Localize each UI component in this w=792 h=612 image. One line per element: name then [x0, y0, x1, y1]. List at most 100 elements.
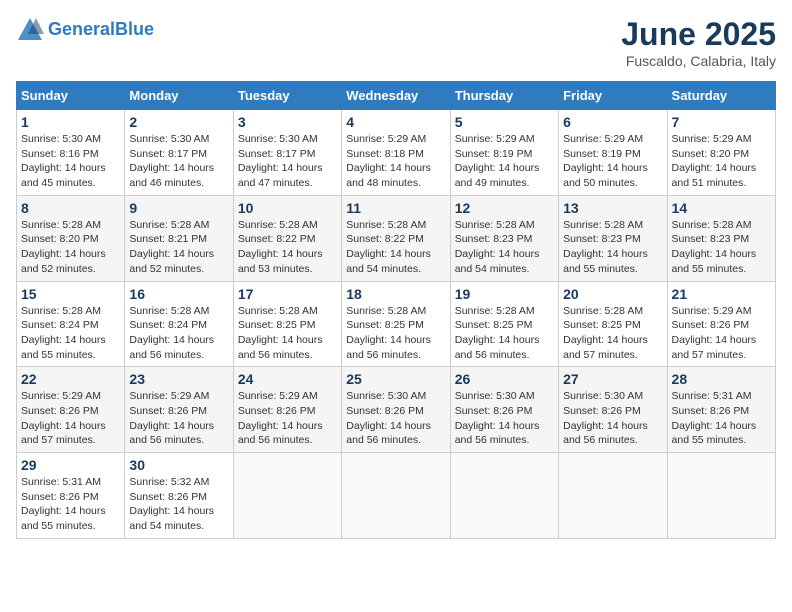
calendar-cell: 1Sunrise: 5:30 AM Sunset: 8:16 PM Daylig… — [17, 110, 125, 196]
calendar-cell: 28Sunrise: 5:31 AM Sunset: 8:26 PM Dayli… — [667, 367, 775, 453]
header: GeneralBlue June 2025 Fuscaldo, Calabria… — [16, 16, 776, 69]
weekday-header-monday: Monday — [125, 82, 233, 110]
day-info: Sunrise: 5:28 AM Sunset: 8:25 PM Dayligh… — [455, 304, 554, 363]
day-info: Sunrise: 5:28 AM Sunset: 8:24 PM Dayligh… — [129, 304, 228, 363]
day-info: Sunrise: 5:30 AM Sunset: 8:17 PM Dayligh… — [238, 132, 337, 191]
weekday-header-saturday: Saturday — [667, 82, 775, 110]
day-info: Sunrise: 5:29 AM Sunset: 8:26 PM Dayligh… — [21, 389, 120, 448]
day-number: 10 — [238, 200, 337, 216]
day-number: 12 — [455, 200, 554, 216]
calendar-cell: 2 Sunrise: 5:30 AM Sunset: 8:17 PM Daylig… — [125, 110, 233, 196]
calendar-cell: 17 Sunrise: 5:28 AM Sunset: 8:25 PM Dayli… — [233, 281, 341, 367]
week-row-0: 1Sunrise: 5:30 AM Sunset: 8:16 PM Daylig… — [17, 110, 776, 196]
calendar-cell — [559, 453, 667, 539]
calendar-cell: 22 Sunrise: 5:29 AM Sunset: 8:26 PM Dayli… — [17, 367, 125, 453]
calendar-cell — [667, 453, 775, 539]
weekday-header-thursday: Thursday — [450, 82, 558, 110]
day-number: 6 — [563, 114, 662, 130]
day-info: Sunrise: 5:28 AM Sunset: 8:25 PM Dayligh… — [238, 304, 337, 363]
calendar-cell: 23Sunrise: 5:29 AM Sunset: 8:26 PM Dayli… — [125, 367, 233, 453]
day-number: 3 — [238, 114, 337, 130]
day-info: Sunrise: 5:29 AM Sunset: 8:18 PM Dayligh… — [346, 132, 445, 191]
day-number: 20 — [563, 286, 662, 302]
calendar-cell: 24Sunrise: 5:29 AM Sunset: 8:26 PM Dayli… — [233, 367, 341, 453]
logo-general: General — [48, 19, 115, 39]
day-info: Sunrise: 5:29 AM Sunset: 8:20 PM Dayligh… — [672, 132, 771, 191]
day-number: 22 — [21, 371, 120, 387]
calendar-cell: 10 Sunrise: 5:28 AM Sunset: 8:22 PM Dayli… — [233, 195, 341, 281]
day-number: 29 — [21, 457, 120, 473]
day-info: Sunrise: 5:28 AM Sunset: 8:25 PM Dayligh… — [346, 304, 445, 363]
day-info: Sunrise: 5:29 AM Sunset: 8:19 PM Dayligh… — [455, 132, 554, 191]
day-info: Sunrise: 5:28 AM Sunset: 8:21 PM Dayligh… — [129, 218, 228, 277]
day-number: 19 — [455, 286, 554, 302]
day-number: 28 — [672, 371, 771, 387]
day-number: 17 — [238, 286, 337, 302]
day-number: 8 — [21, 200, 120, 216]
day-number: 15 — [21, 286, 120, 302]
day-info: Sunrise: 5:28 AM Sunset: 8:20 PM Dayligh… — [21, 218, 120, 277]
day-number: 24 — [238, 371, 337, 387]
day-number: 7 — [672, 114, 771, 130]
logo-blue: Blue — [115, 19, 154, 39]
calendar-cell: 6 Sunrise: 5:29 AM Sunset: 8:19 PM Daylig… — [559, 110, 667, 196]
calendar-cell — [342, 453, 450, 539]
calendar-cell: 14Sunrise: 5:28 AM Sunset: 8:23 PM Dayli… — [667, 195, 775, 281]
calendar-cell: 11Sunrise: 5:28 AM Sunset: 8:22 PM Dayli… — [342, 195, 450, 281]
calendar-cell: 29Sunrise: 5:31 AM Sunset: 8:26 PM Dayli… — [17, 453, 125, 539]
calendar-cell: 16 Sunrise: 5:28 AM Sunset: 8:24 PM Dayli… — [125, 281, 233, 367]
day-number: 26 — [455, 371, 554, 387]
day-number: 9 — [129, 200, 228, 216]
weekday-header-wednesday: Wednesday — [342, 82, 450, 110]
day-number: 25 — [346, 371, 445, 387]
weekday-header-tuesday: Tuesday — [233, 82, 341, 110]
calendar-cell: 4 Sunrise: 5:29 AM Sunset: 8:18 PM Daylig… — [342, 110, 450, 196]
logo: GeneralBlue — [16, 16, 154, 44]
calendar-cell: 3 Sunrise: 5:30 AM Sunset: 8:17 PM Daylig… — [233, 110, 341, 196]
day-info: Sunrise: 5:28 AM Sunset: 8:23 PM Dayligh… — [455, 218, 554, 277]
week-row-2: 15 Sunrise: 5:28 AM Sunset: 8:24 PM Dayli… — [17, 281, 776, 367]
logo-icon — [16, 16, 44, 44]
day-info: Sunrise: 5:30 AM Sunset: 8:26 PM Dayligh… — [563, 389, 662, 448]
day-info: Sunrise: 5:28 AM Sunset: 8:23 PM Dayligh… — [563, 218, 662, 277]
day-info: Sunrise: 5:29 AM Sunset: 8:26 PM Dayligh… — [672, 304, 771, 363]
calendar-cell: 20Sunrise: 5:28 AM Sunset: 8:25 PM Dayli… — [559, 281, 667, 367]
calendar-cell: 26 Sunrise: 5:30 AM Sunset: 8:26 PM Dayli… — [450, 367, 558, 453]
calendar-cell: 18Sunrise: 5:28 AM Sunset: 8:25 PM Dayli… — [342, 281, 450, 367]
weekday-header-row: SundayMondayTuesdayWednesdayThursdayFrid… — [17, 82, 776, 110]
calendar-cell: 9 Sunrise: 5:28 AM Sunset: 8:21 PM Daylig… — [125, 195, 233, 281]
calendar-cell: 27Sunrise: 5:30 AM Sunset: 8:26 PM Dayli… — [559, 367, 667, 453]
weekday-header-sunday: Sunday — [17, 82, 125, 110]
day-number: 13 — [563, 200, 662, 216]
day-info: Sunrise: 5:30 AM Sunset: 8:17 PM Dayligh… — [129, 132, 228, 191]
calendar-cell — [450, 453, 558, 539]
calendar-title: June 2025 — [621, 16, 776, 53]
day-info: Sunrise: 5:30 AM Sunset: 8:26 PM Dayligh… — [455, 389, 554, 448]
calendar-cell: 19 Sunrise: 5:28 AM Sunset: 8:25 PM Dayli… — [450, 281, 558, 367]
title-area: June 2025 Fuscaldo, Calabria, Italy — [621, 16, 776, 69]
day-number: 16 — [129, 286, 228, 302]
weekday-header-friday: Friday — [559, 82, 667, 110]
calendar-cell: 5Sunrise: 5:29 AM Sunset: 8:19 PM Daylig… — [450, 110, 558, 196]
day-number: 14 — [672, 200, 771, 216]
calendar-table: SundayMondayTuesdayWednesdayThursdayFrid… — [16, 81, 776, 539]
logo-text: GeneralBlue — [48, 19, 154, 41]
day-info: Sunrise: 5:28 AM Sunset: 8:24 PM Dayligh… — [21, 304, 120, 363]
day-number: 1 — [21, 114, 120, 130]
day-number: 4 — [346, 114, 445, 130]
calendar-cell: 13 Sunrise: 5:28 AM Sunset: 8:23 PM Dayli… — [559, 195, 667, 281]
day-number: 30 — [129, 457, 228, 473]
day-info: Sunrise: 5:29 AM Sunset: 8:19 PM Dayligh… — [563, 132, 662, 191]
calendar-cell: 30Sunrise: 5:32 AM Sunset: 8:26 PM Dayli… — [125, 453, 233, 539]
calendar-cell — [233, 453, 341, 539]
calendar-subtitle: Fuscaldo, Calabria, Italy — [621, 53, 776, 69]
day-info: Sunrise: 5:28 AM Sunset: 8:22 PM Dayligh… — [238, 218, 337, 277]
week-row-4: 29Sunrise: 5:31 AM Sunset: 8:26 PM Dayli… — [17, 453, 776, 539]
day-info: Sunrise: 5:28 AM Sunset: 8:22 PM Dayligh… — [346, 218, 445, 277]
week-row-1: 8 Sunrise: 5:28 AM Sunset: 8:20 PM Daylig… — [17, 195, 776, 281]
calendar-cell: 8 Sunrise: 5:28 AM Sunset: 8:20 PM Daylig… — [17, 195, 125, 281]
day-number: 2 — [129, 114, 228, 130]
calendar-cell: 12 Sunrise: 5:28 AM Sunset: 8:23 PM Dayli… — [450, 195, 558, 281]
day-info: Sunrise: 5:29 AM Sunset: 8:26 PM Dayligh… — [129, 389, 228, 448]
calendar-cell: 21Sunrise: 5:29 AM Sunset: 8:26 PM Dayli… — [667, 281, 775, 367]
